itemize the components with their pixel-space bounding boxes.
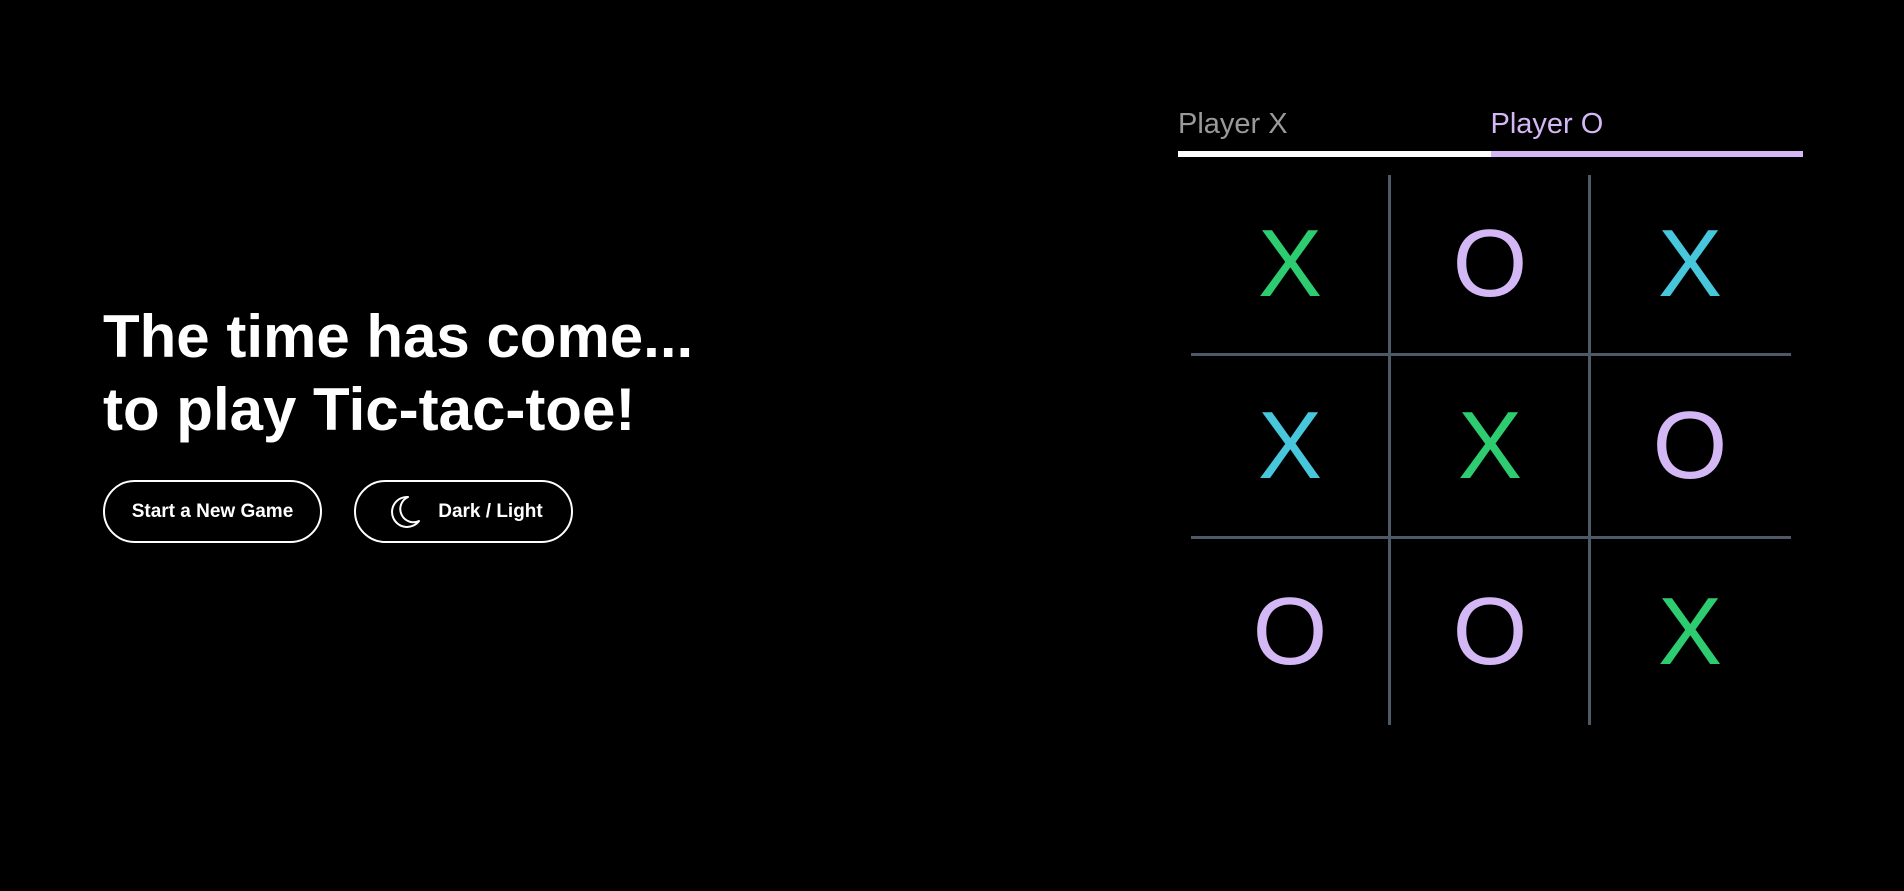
board-cell-3[interactable]: X xyxy=(1591,175,1789,353)
dark-light-toggle-button[interactable]: Dark / Light xyxy=(354,480,573,543)
headline: The time has come... to play Tic-tac-toe… xyxy=(103,300,693,446)
moon-icon xyxy=(391,495,421,528)
board-cell-1[interactable]: X xyxy=(1191,175,1389,353)
headline-line-2: to play Tic-tac-toe! xyxy=(103,376,636,443)
player-scoreboard: Player X Player O xyxy=(1178,108,1803,157)
hero-section: The time has come... to play Tic-tac-toe… xyxy=(103,300,693,543)
board-cell-5[interactable]: X xyxy=(1391,356,1589,536)
dark-light-label: Dark / Light xyxy=(438,500,543,522)
board-cell-6[interactable]: O xyxy=(1591,356,1789,536)
start-new-game-label: Start a New Game xyxy=(131,500,294,522)
game-page: The time has come... to play Tic-tac-toe… xyxy=(0,0,1904,891)
action-buttons: Start a New Game Dark / Light xyxy=(103,480,693,543)
board-cell-2[interactable]: O xyxy=(1391,175,1589,353)
board-cell-9[interactable]: X xyxy=(1591,539,1789,725)
board-cell-7[interactable]: O xyxy=(1191,539,1389,725)
player-o-indicator: Player O xyxy=(1490,108,1803,157)
start-new-game-button[interactable]: Start a New Game xyxy=(103,480,322,543)
player-x-indicator: Player X xyxy=(1178,108,1491,157)
headline-line-1: The time has come... xyxy=(103,303,694,370)
board-cell-4[interactable]: X xyxy=(1191,356,1389,536)
player-tabs: Player X Player O xyxy=(1178,108,1803,157)
game-board: X O X X X O O O X xyxy=(1191,175,1791,725)
board-cell-8[interactable]: O xyxy=(1391,539,1589,725)
